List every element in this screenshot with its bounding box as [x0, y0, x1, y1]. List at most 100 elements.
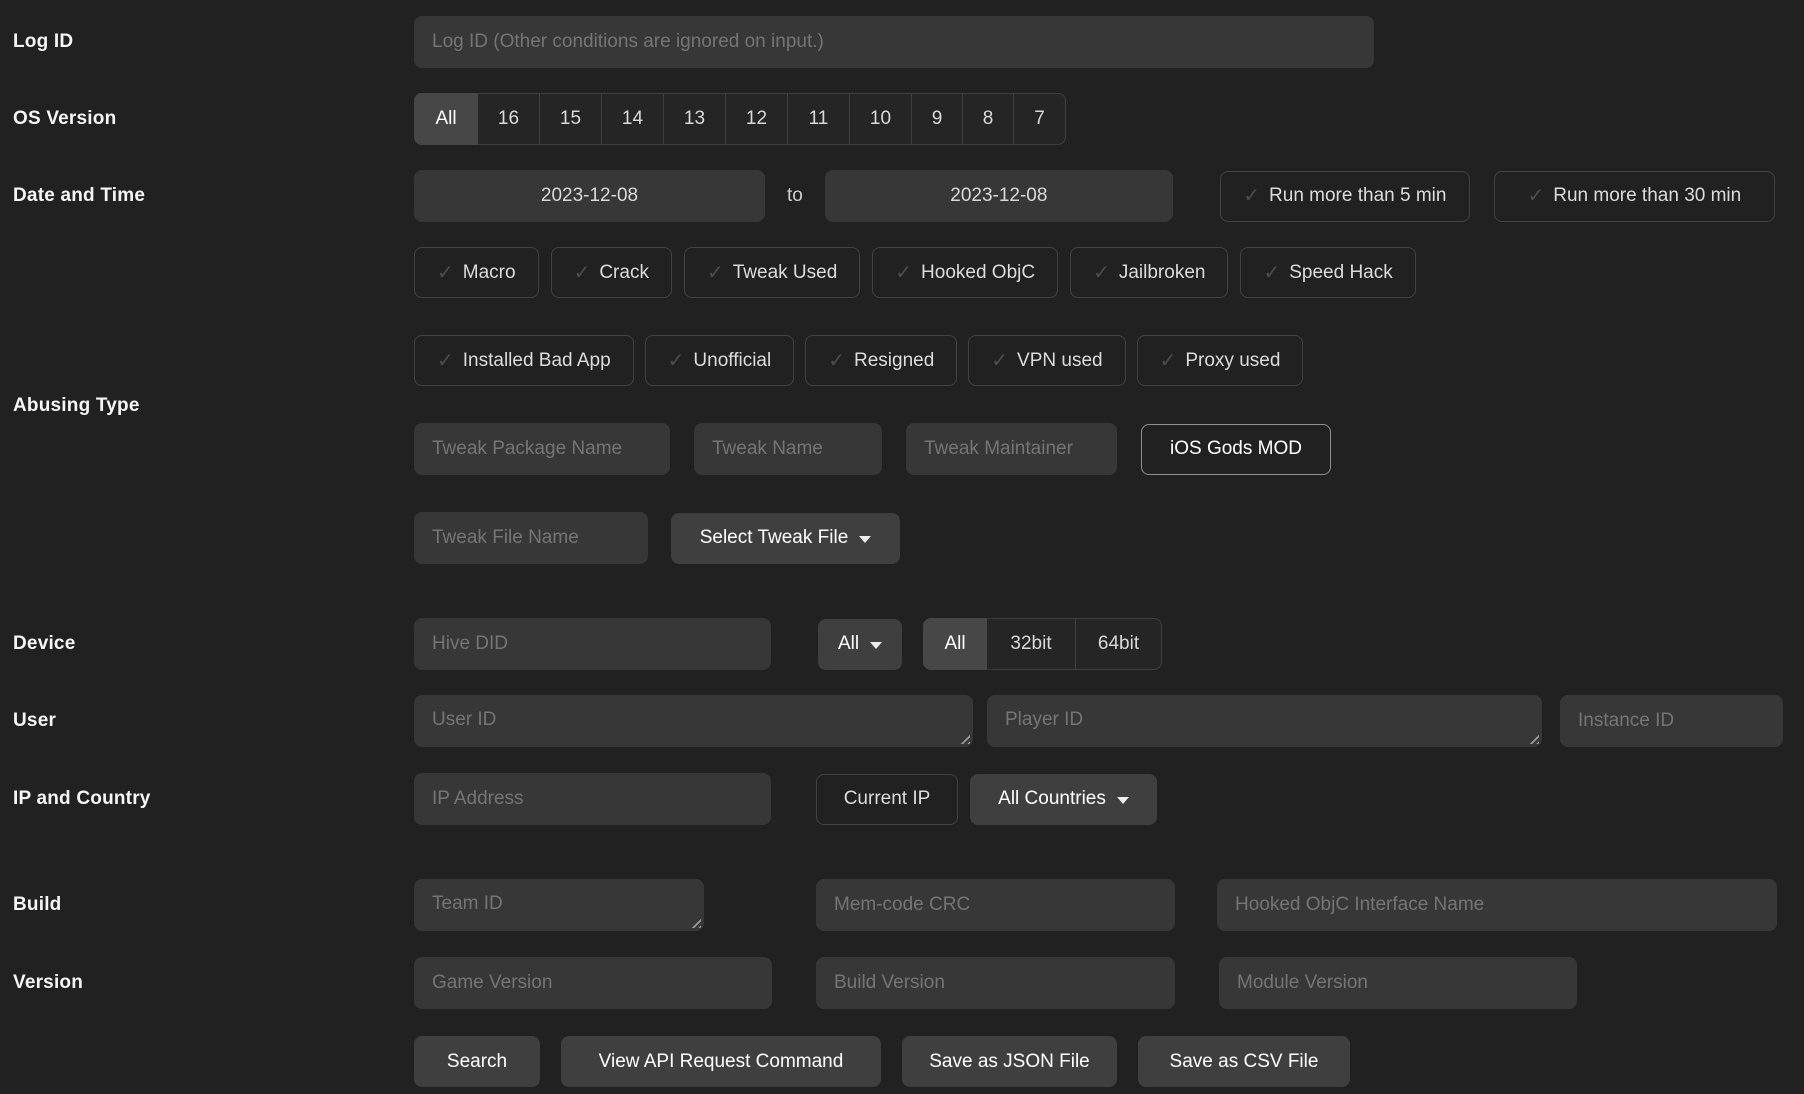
player-id-textarea[interactable] [987, 695, 1542, 747]
date-time-label: Date and Time [0, 185, 414, 207]
check-icon: ✓ [1263, 263, 1280, 283]
tweak-package-name-input[interactable] [414, 423, 670, 475]
run-more-than-30min-label: Run more than 30 min [1553, 185, 1741, 207]
abusing-checks-row-2: ✓ Installed Bad App ✓ Unofficial ✓ Resig… [414, 335, 1416, 386]
abusing-type-row: Abusing Type ✓ Macro ✓ Crack ✓ Tweak Use… [0, 247, 1804, 564]
log-search-form: Log ID OS Version All 16 15 14 13 12 11 … [0, 0, 1804, 1094]
resigned-label: Resigned [854, 350, 934, 372]
caret-down-icon [870, 642, 882, 649]
search-button[interactable]: Search [414, 1036, 540, 1087]
date-time-row: Date and Time to ✓ Run more than 5 min ✓… [0, 170, 1804, 222]
os-version-segmented-control: All 16 15 14 13 12 11 10 9 8 7 [414, 93, 1066, 145]
current-ip-button[interactable]: Current IP [816, 774, 958, 825]
ip-country-label: IP and Country [0, 788, 414, 810]
check-icon: ✓ [437, 263, 454, 283]
hooked-objc-toggle[interactable]: ✓ Hooked ObjC [872, 247, 1058, 298]
log-id-row: Log ID [0, 16, 1804, 68]
check-icon: ✓ [991, 351, 1008, 371]
bitness-option-32bit[interactable]: 32bit [987, 618, 1076, 670]
speed-hack-toggle[interactable]: ✓ Speed Hack [1240, 247, 1415, 298]
device-all-dropdown[interactable]: All [818, 619, 902, 670]
bitness-segmented-control: All 32bit 64bit [923, 618, 1162, 670]
run-more-than-5min-label: Run more than 5 min [1269, 185, 1446, 207]
jailbroken-label: Jailbroken [1119, 262, 1206, 284]
actions-row: Search View API Request Command Save as … [0, 1036, 1804, 1087]
ip-address-input[interactable] [414, 773, 771, 825]
crack-label: Crack [599, 262, 649, 284]
run-more-than-5min-toggle[interactable]: ✓ Run more than 5 min [1220, 171, 1470, 222]
macro-toggle[interactable]: ✓ Macro [414, 247, 539, 298]
user-label: User [0, 710, 414, 732]
abusing-checks-row-1: ✓ Macro ✓ Crack ✓ Tweak Used ✓ Hooked Ob… [414, 247, 1416, 298]
os-version-option-12[interactable]: 12 [726, 93, 788, 145]
installed-bad-app-toggle[interactable]: ✓ Installed Bad App [414, 335, 634, 386]
check-icon: ✓ [828, 351, 845, 371]
jailbroken-toggle[interactable]: ✓ Jailbroken [1070, 247, 1228, 298]
os-version-option-16[interactable]: 16 [478, 93, 540, 145]
crack-toggle[interactable]: ✓ Crack [551, 247, 672, 298]
tweak-name-input[interactable] [694, 423, 882, 475]
select-tweak-file-dropdown[interactable]: Select Tweak File [671, 513, 900, 564]
unofficial-toggle[interactable]: ✓ Unofficial [645, 335, 795, 386]
save-as-json-button[interactable]: Save as JSON File [902, 1036, 1117, 1087]
macro-label: Macro [463, 262, 516, 284]
tweak-maintainer-input[interactable] [906, 423, 1117, 475]
bitness-option-all[interactable]: All [923, 618, 987, 670]
check-icon: ✓ [668, 351, 685, 371]
tweak-used-toggle[interactable]: ✓ Tweak Used [684, 247, 860, 298]
check-icon: ✓ [1243, 186, 1260, 206]
device-all-dropdown-value: All [838, 633, 859, 655]
hooked-objc-interface-name-input[interactable] [1217, 879, 1777, 931]
os-version-option-14[interactable]: 14 [602, 93, 664, 145]
os-version-option-all[interactable]: All [414, 93, 478, 145]
bitness-option-64bit[interactable]: 64bit [1076, 618, 1162, 670]
device-row: Device All All 32bit 64bit [0, 618, 1804, 670]
hive-did-input[interactable] [414, 618, 771, 670]
vpn-used-label: VPN used [1017, 350, 1103, 372]
os-version-option-13[interactable]: 13 [664, 93, 726, 145]
hooked-objc-label: Hooked ObjC [921, 262, 1035, 284]
os-version-option-9[interactable]: 9 [912, 93, 963, 145]
memcode-crc-input[interactable] [816, 879, 1175, 931]
ios-gods-mod-label: iOS Gods MOD [1170, 438, 1302, 460]
game-version-input[interactable] [414, 957, 772, 1009]
save-as-json-label: Save as JSON File [929, 1051, 1090, 1073]
ip-country-row: IP and Country Current IP All Countries [0, 773, 1804, 825]
abusing-type-label: Abusing Type [0, 395, 414, 417]
os-version-option-7[interactable]: 7 [1014, 93, 1066, 145]
caret-down-icon [1117, 797, 1129, 804]
module-version-input[interactable] [1219, 957, 1577, 1009]
build-version-input[interactable] [816, 957, 1175, 1009]
check-icon: ✓ [574, 263, 591, 283]
proxy-used-label: Proxy used [1185, 350, 1280, 372]
date-from-input[interactable] [414, 170, 765, 222]
user-id-textarea[interactable] [414, 695, 973, 747]
os-version-option-11[interactable]: 11 [788, 93, 850, 145]
os-version-option-8[interactable]: 8 [963, 93, 1014, 145]
date-to-input[interactable] [825, 170, 1173, 222]
build-row: Build [0, 879, 1804, 931]
os-version-option-15[interactable]: 15 [540, 93, 602, 145]
ios-gods-mod-button[interactable]: iOS Gods MOD [1141, 424, 1331, 475]
team-id-textarea[interactable] [414, 879, 704, 931]
resigned-toggle[interactable]: ✓ Resigned [805, 335, 957, 386]
caret-down-icon [859, 536, 871, 543]
tweak-file-row: Select Tweak File [414, 512, 1416, 564]
save-as-csv-button[interactable]: Save as CSV File [1138, 1036, 1350, 1087]
countries-dropdown[interactable]: All Countries [970, 774, 1157, 825]
log-id-input[interactable] [414, 16, 1374, 68]
view-api-request-command-button[interactable]: View API Request Command [561, 1036, 881, 1087]
vpn-used-toggle[interactable]: ✓ VPN used [968, 335, 1125, 386]
version-row: Version [0, 957, 1804, 1009]
instance-id-input[interactable] [1560, 695, 1783, 747]
run-more-than-30min-toggle[interactable]: ✓ Run more than 30 min [1494, 171, 1775, 222]
os-version-label: OS Version [0, 108, 414, 130]
select-tweak-file-label: Select Tweak File [700, 527, 849, 549]
countries-dropdown-value: All Countries [998, 788, 1106, 810]
proxy-used-toggle[interactable]: ✓ Proxy used [1137, 335, 1304, 386]
tweak-used-label: Tweak Used [733, 262, 838, 284]
os-version-option-10[interactable]: 10 [850, 93, 912, 145]
tweak-file-name-input[interactable] [414, 512, 648, 564]
check-icon: ✓ [1160, 351, 1177, 371]
device-label: Device [0, 633, 414, 655]
